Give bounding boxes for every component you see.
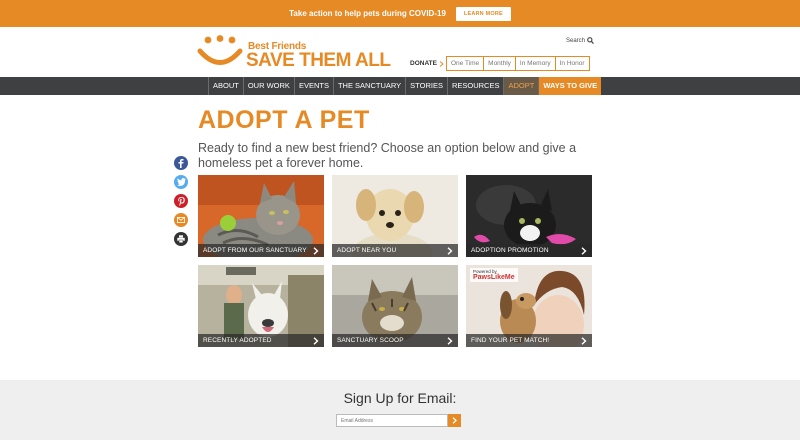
twitter-icon[interactable] (174, 175, 188, 189)
email-field[interactable] (336, 414, 448, 427)
chevron-right-icon (452, 417, 457, 424)
page-title: ADOPT A PET (198, 106, 370, 134)
tile-adopt-from-sanctuary[interactable]: ADOPT FROM OUR SANCTUARY (198, 175, 324, 257)
donate-in-honor[interactable]: In Honor (554, 56, 590, 71)
learn-more-button[interactable]: LEARN MORE (455, 6, 511, 21)
tile-adopt-near-you[interactable]: ADOPT NEAR YOU (332, 175, 458, 257)
tile-label: ADOPTION PROMOTION (471, 247, 549, 254)
tile-recently-adopted[interactable]: RECENTLY ADOPTED (198, 265, 324, 347)
facebook-icon[interactable] (174, 156, 188, 170)
tile-label: ADOPT NEAR YOU (337, 247, 397, 254)
search-link[interactable]: Search (566, 37, 594, 44)
donate-label: DONATE (410, 60, 437, 67)
email-signup: Sign Up for Email: (0, 380, 800, 440)
nav-adopt[interactable]: ADOPT (503, 77, 539, 95)
chevron-right-icon (313, 246, 319, 255)
print-icon[interactable] (174, 232, 188, 246)
donate-row: DONATE One Time Monthly In Memory In Hon… (410, 56, 590, 71)
pinterest-icon[interactable] (174, 194, 188, 208)
intro-text: Ready to find a new best friend? Choose … (198, 141, 577, 170)
email-icon[interactable] (174, 213, 188, 227)
email-signup-title: Sign Up for Email: (343, 390, 457, 406)
nav-events[interactable]: EVENTS (293, 77, 333, 95)
logo-face-icon (197, 35, 243, 65)
pawslikeme-badge: Powered by PawsLikeMe (470, 268, 518, 282)
logo[interactable]: Best Friends SAVE THEM ALL (197, 34, 397, 72)
chevron-right-icon (447, 246, 453, 255)
chevron-right-icon (439, 60, 444, 67)
site-header: Best Friends SAVE THEM ALL Search DONATE… (0, 27, 800, 77)
tile-adoption-promotion[interactable]: ADOPTION PROMOTION (466, 175, 592, 257)
main-nav: ABOUT OUR WORK EVENTS THE SANCTUARY STOR… (0, 77, 800, 95)
nav-stories[interactable]: STORIES (405, 77, 447, 95)
tile-label: RECENTLY ADOPTED (203, 337, 272, 344)
chevron-right-icon (581, 246, 587, 255)
tile-label: ADOPT FROM OUR SANCTUARY (203, 247, 307, 254)
promo-bar: Take action to help pets during COVID-19… (0, 0, 800, 27)
nav-our-work[interactable]: OUR WORK (242, 77, 294, 95)
chevron-right-icon (581, 336, 587, 345)
donate-one-time[interactable]: One Time (445, 56, 485, 71)
search-icon (587, 37, 594, 44)
chevron-right-icon (447, 336, 453, 345)
chevron-right-icon (313, 336, 319, 345)
promo-text: Take action to help pets during COVID-19 (289, 9, 446, 18)
email-submit-button[interactable] (448, 414, 461, 427)
pawslikeme-logo: PawsLikeMe (473, 274, 515, 281)
search-label: Search (566, 37, 586, 44)
tile-label: FIND YOUR PET MATCH! (471, 337, 550, 344)
social-share (174, 156, 188, 246)
donate-in-memory[interactable]: In Memory (514, 56, 556, 71)
nav-resources[interactable]: RESOURCES (446, 77, 504, 95)
tile-label: SANCTUARY SCOOP (337, 337, 404, 344)
tile-sanctuary-scoop[interactable]: SANCTUARY SCOOP (332, 265, 458, 347)
logo-big-text: SAVE THEM ALL (246, 50, 391, 71)
nav-the-sanctuary[interactable]: THE SANCTUARY (332, 77, 405, 95)
nav-about[interactable]: ABOUT (208, 77, 243, 95)
nav-ways-to-give[interactable]: WAYS TO GIVE (538, 77, 602, 95)
tile-find-your-pet-match[interactable]: Powered by PawsLikeMe FIND YOUR PET MATC… (466, 265, 592, 347)
donate-monthly[interactable]: Monthly (483, 56, 516, 71)
